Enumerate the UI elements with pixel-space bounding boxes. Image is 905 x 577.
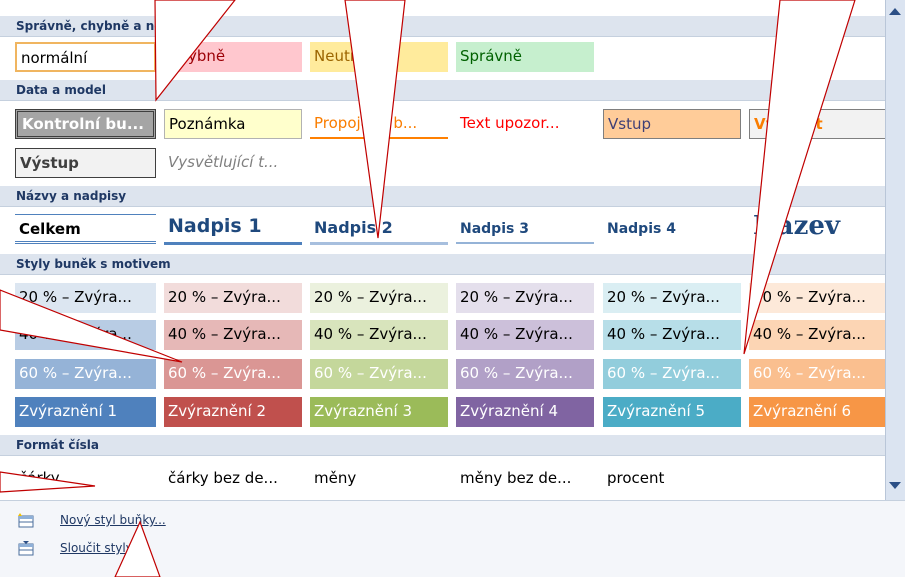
style-60-accent6[interactable]: 60 % – Zvýra... — [749, 359, 887, 389]
style-neutral[interactable]: Neutrální — [310, 42, 448, 72]
style-accent5[interactable]: Zvýraznění 5 — [603, 397, 741, 427]
new-cell-style-command[interactable]: Nový styl buňky... — [0, 507, 905, 535]
style-20-accent5[interactable]: 20 % – Zvýra... — [603, 283, 741, 313]
style-40-accent5[interactable]: 40 % – Zvýra... — [603, 320, 741, 350]
style-20-accent4[interactable]: 20 % – Zvýra... — [456, 283, 594, 313]
style-heading-3[interactable]: Nadpis 3 — [456, 214, 594, 244]
style-20-accent3[interactable]: 20 % – Zvýra... — [310, 283, 448, 313]
section-header-number-format: Formát čísla — [0, 435, 885, 456]
style-heading-2[interactable]: Nadpis 2 — [310, 212, 448, 245]
style-60-accent1[interactable]: 60 % – Zvýra... — [15, 359, 156, 389]
style-20-accent6[interactable]: 20 % – Zvýra... — [749, 283, 887, 313]
section-title: Správně, chybně a neutrální — [16, 19, 208, 33]
style-40-accent4[interactable]: 40 % – Zvýra... — [456, 320, 594, 350]
style-explanatory-text[interactable]: Vysvětlující t... — [164, 148, 302, 178]
style-good[interactable]: Správně — [456, 42, 594, 72]
style-60-accent5[interactable]: 60 % – Zvýra... — [603, 359, 741, 389]
style-40-accent6[interactable]: 40 % – Zvýra... — [749, 320, 887, 350]
new-cell-style-label: Nový styl buňky... — [60, 513, 166, 527]
style-bad[interactable]: Chybně — [164, 42, 302, 72]
style-40-accent3[interactable]: 40 % – Zvýra... — [310, 320, 448, 350]
style-percent[interactable]: procent — [603, 464, 741, 494]
style-accent6[interactable]: Zvýraznění 6 — [749, 397, 887, 427]
style-20-accent1[interactable]: 20 % – Zvýra... — [15, 283, 156, 313]
style-40-accent1[interactable]: 40 % – Zvýra... — [15, 320, 156, 350]
style-40-accent2[interactable]: 40 % – Zvýra... — [164, 320, 302, 350]
scroll-down-icon[interactable] — [889, 482, 901, 489]
cell-styles-gallery: Správně, chybně a neutrální normální Chy… — [0, 0, 887, 577]
style-60-accent2[interactable]: 60 % – Zvýra... — [164, 359, 302, 389]
merge-styles-icon — [18, 541, 34, 556]
section-header-titles: Názvy a nadpisy — [0, 186, 885, 207]
new-style-icon — [18, 513, 34, 528]
style-heading-4[interactable]: Nadpis 4 — [603, 214, 741, 244]
style-comma-no-decimals[interactable]: čárky bez de... — [164, 464, 302, 494]
style-title[interactable]: Název — [749, 208, 887, 244]
style-20-accent2[interactable]: 20 % – Zvýra... — [164, 283, 302, 313]
style-input[interactable]: Vstup — [603, 109, 741, 139]
gallery-footer: Nový styl buňky... Sloučit styly... — [0, 500, 905, 577]
style-accent1[interactable]: Zvýraznění 1 — [15, 397, 156, 427]
style-normal[interactable]: normální — [15, 42, 156, 72]
section-title: Styly buněk s motivem — [16, 257, 171, 271]
merge-styles-label: Sloučit styly... — [60, 541, 143, 555]
style-linked-cell[interactable]: Propojená b... — [310, 109, 448, 139]
style-calculation[interactable]: Výpočet — [749, 109, 887, 139]
style-accent3[interactable]: Zvýraznění 3 — [310, 397, 448, 427]
section-title: Data a model — [16, 83, 106, 97]
style-60-accent3[interactable]: 60 % – Zvýra... — [310, 359, 448, 389]
style-accent2[interactable]: Zvýraznění 2 — [164, 397, 302, 427]
style-accent4[interactable]: Zvýraznění 4 — [456, 397, 594, 427]
style-comma[interactable]: čárky — [15, 464, 156, 494]
style-heading-1[interactable]: Nadpis 1 — [164, 212, 302, 245]
style-check-cell[interactable]: Kontrolní bu... — [15, 109, 156, 139]
section-header-good-bad: Správně, chybně a neutrální — [0, 16, 885, 37]
gallery-scrollbar[interactable] — [885, 0, 905, 500]
style-60-accent4[interactable]: 60 % – Zvýra... — [456, 359, 594, 389]
style-output[interactable]: Výstup — [15, 148, 156, 178]
style-total[interactable]: Celkem — [15, 214, 156, 244]
section-header-data-model: Data a model — [0, 80, 885, 101]
style-currency[interactable]: měny — [310, 464, 448, 494]
style-currency-no-decimals[interactable]: měny bez de... — [456, 464, 594, 494]
section-title: Formát čísla — [16, 438, 99, 452]
scroll-up-icon[interactable] — [889, 8, 901, 15]
style-note[interactable]: Poznámka — [164, 109, 302, 139]
style-warning-text[interactable]: Text upozor... — [456, 109, 594, 139]
section-title: Názvy a nadpisy — [16, 189, 127, 203]
section-header-themed: Styly buněk s motivem — [0, 254, 885, 275]
merge-styles-command[interactable]: Sloučit styly... — [0, 535, 905, 563]
